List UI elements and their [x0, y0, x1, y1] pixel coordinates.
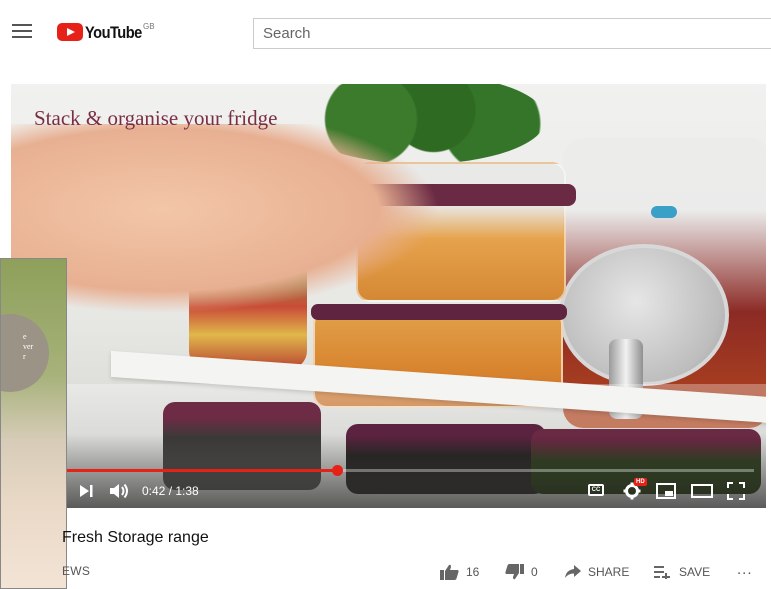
- share-button[interactable]: SHARE: [565, 563, 629, 581]
- masthead: YouTube GB: [0, 0, 771, 64]
- volume-icon[interactable]: [109, 482, 131, 500]
- video-frame-knob: [651, 206, 677, 218]
- video-player[interactable]: Stack & organise your fridge 0:42 / 1:38…: [11, 84, 766, 508]
- hd-badge: HD: [634, 478, 647, 486]
- save-label: SAVE: [679, 565, 711, 579]
- share-arrow-icon: [565, 565, 581, 578]
- share-label: SHARE: [588, 565, 630, 579]
- youtube-logo[interactable]: YouTube GB: [57, 22, 155, 43]
- fullscreen-icon[interactable]: [727, 482, 745, 500]
- miniplayer-icon[interactable]: [656, 482, 676, 500]
- like-count: 16: [466, 565, 480, 579]
- dislike-count: 0: [531, 565, 538, 579]
- time-display: 0:42 / 1:38: [142, 484, 199, 498]
- youtube-logo-icon: [57, 23, 83, 41]
- thumbnail-badge-text: e ver r: [23, 332, 34, 361]
- thumbnail-image: [1, 259, 66, 588]
- menu-icon[interactable]: [12, 24, 32, 40]
- more-icon[interactable]: ...: [737, 560, 753, 578]
- thumbs-up-icon: [440, 564, 459, 580]
- play-next-icon[interactable]: [78, 482, 94, 500]
- dislike-button[interactable]: 0: [505, 563, 538, 581]
- theater-icon[interactable]: [691, 482, 713, 500]
- video-title: Fresh Storage range: [62, 529, 209, 546]
- region-code: GB: [143, 22, 155, 31]
- mini-player-thumbnail[interactable]: e ver r: [0, 258, 67, 589]
- view-count: EWS: [62, 564, 91, 578]
- search-input[interactable]: [253, 18, 771, 49]
- page-background: [0, 84, 11, 258]
- subtitles-icon[interactable]: CC: [588, 484, 604, 496]
- like-button[interactable]: 16: [440, 563, 479, 581]
- progress-fill: [23, 469, 338, 472]
- video-overlay-title: Stack & organise your fridge: [34, 106, 278, 130]
- add-to-playlist-icon: [654, 566, 670, 579]
- progress-bar[interactable]: [23, 465, 754, 476]
- video-frame-dispenser-disc: [559, 244, 729, 386]
- save-button[interactable]: SAVE: [654, 563, 710, 581]
- video-frame-hand: [11, 124, 441, 314]
- thumbs-down-icon: [505, 564, 524, 580]
- logo-text: YouTube: [85, 23, 142, 42]
